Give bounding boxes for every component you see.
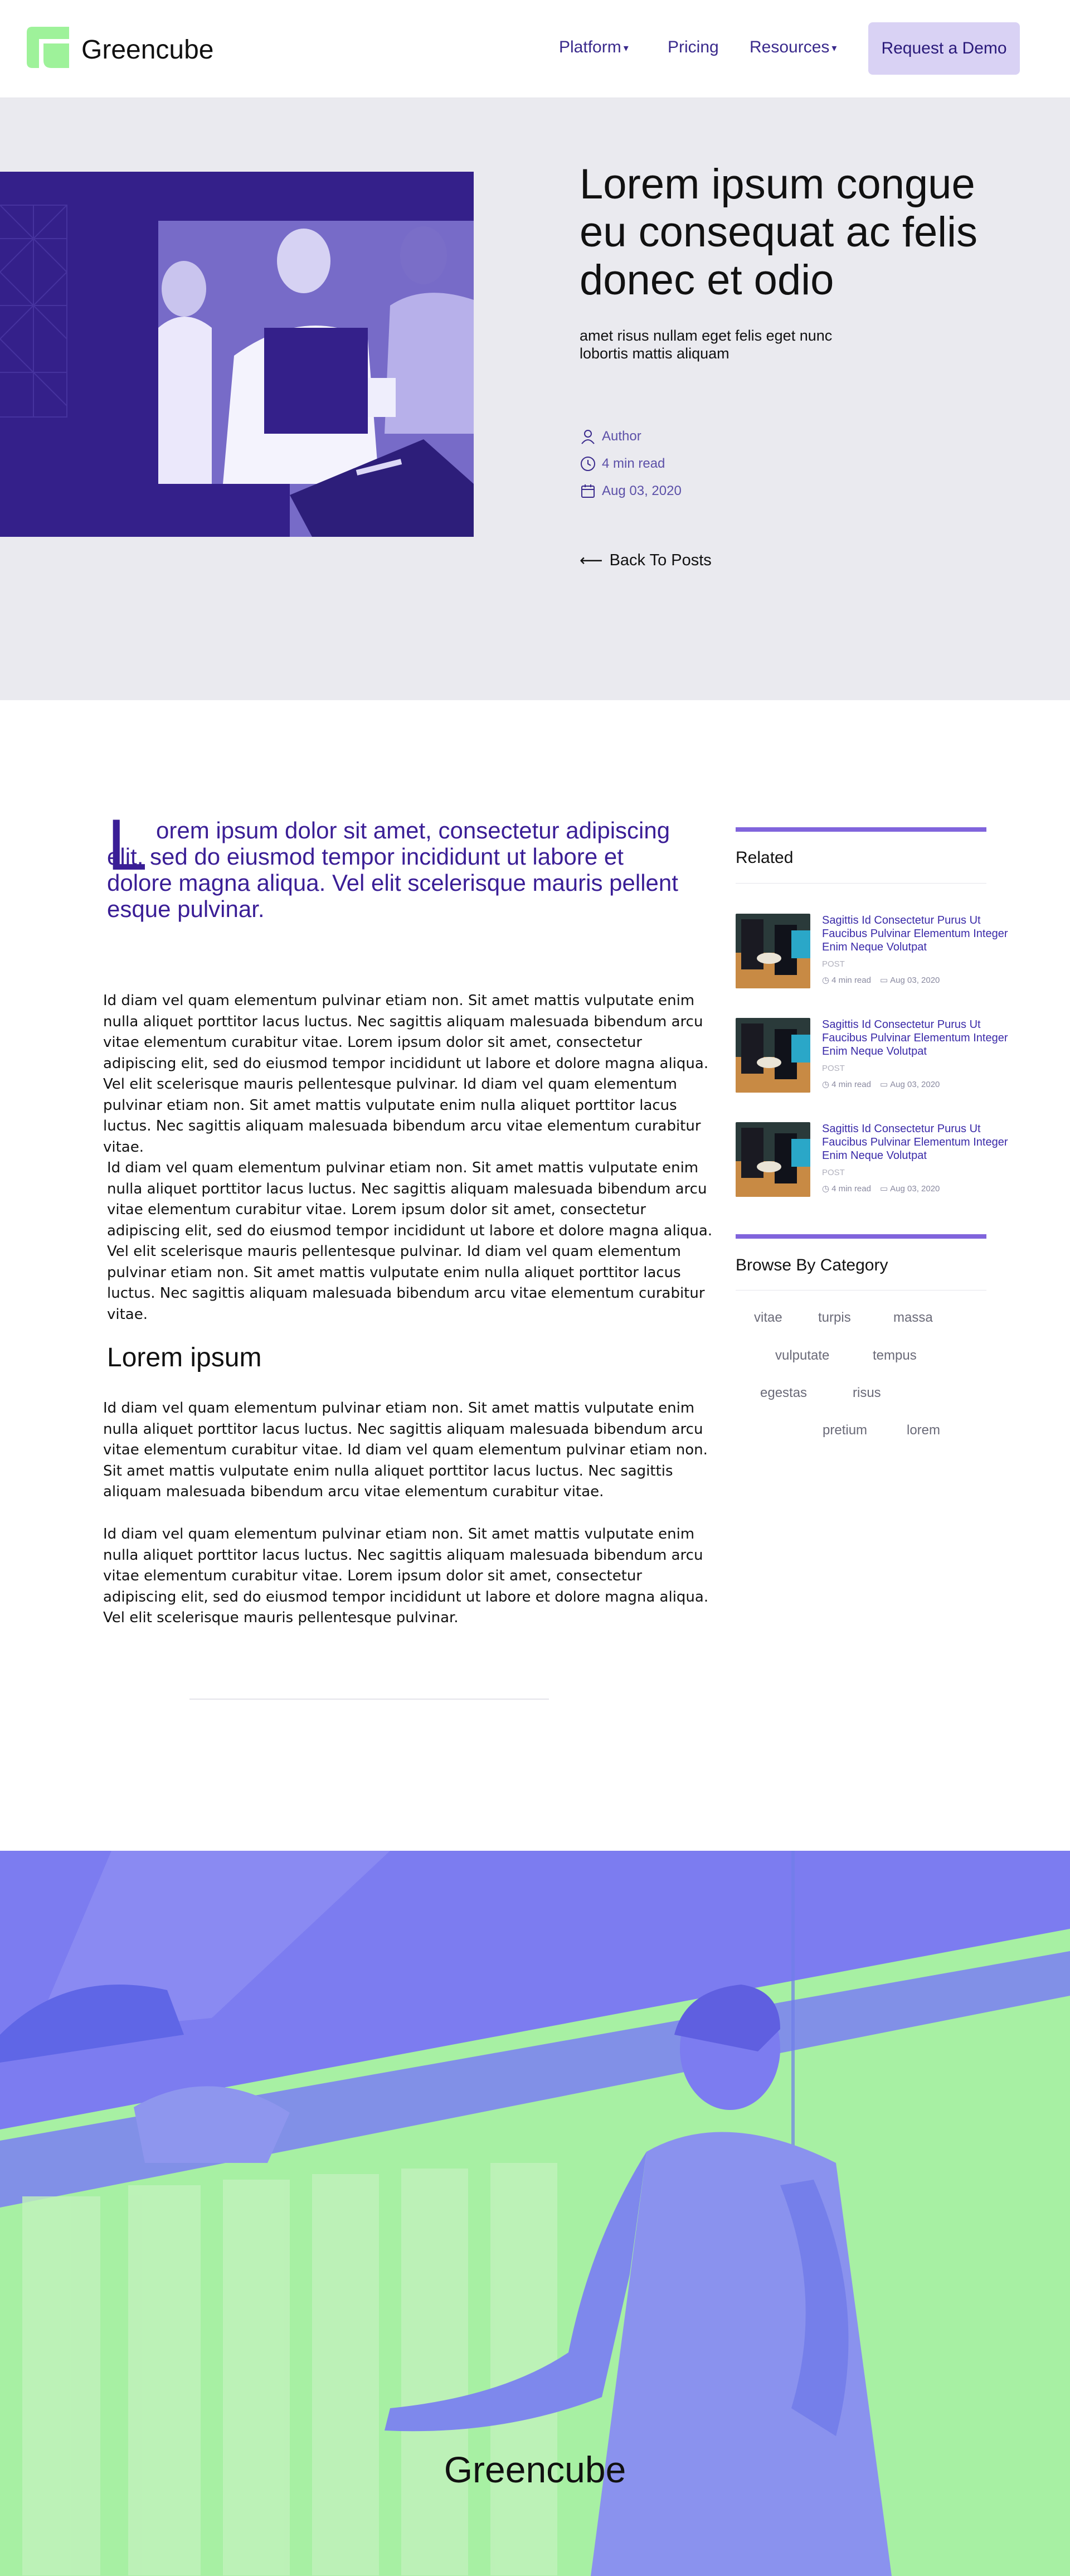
article-paragraph: Id diam vel quam elementum pulvinar etia… xyxy=(107,1160,713,1323)
category-tag[interactable]: risus xyxy=(853,1385,881,1401)
post-title: Lorem ipsum congue eu consequat ac felis… xyxy=(580,161,978,304)
nav-resources[interactable]: Resources ▾ xyxy=(750,38,836,57)
calendar-icon: ▭ xyxy=(879,976,888,985)
category-accent-bar xyxy=(736,1234,986,1239)
clock-icon xyxy=(581,457,595,471)
category-tag[interactable]: lorem xyxy=(907,1423,940,1438)
related-post-thumbnail[interactable] xyxy=(736,1122,810,1197)
clock-icon: ◷ xyxy=(822,976,830,985)
article-heading: Lorem ipsum xyxy=(107,1343,262,1372)
article-paragraph: Id diam vel quam elementum pulvinar etia… xyxy=(103,992,709,1156)
back-to-posts-link[interactable]: ⟵ Back To Posts xyxy=(580,551,712,570)
related-post-read-time: ◷ 4 min read xyxy=(822,1079,871,1090)
category-tag[interactable]: vitae xyxy=(754,1310,782,1326)
category-tag[interactable]: massa xyxy=(893,1310,933,1326)
article-paragraph: Id diam vel quam elementum pulvinar etia… xyxy=(103,1526,709,1626)
article-paragraph: Id diam vel quam elementum pulvinar etia… xyxy=(103,1400,708,1500)
request-demo-button[interactable]: Request a Demo xyxy=(868,22,1020,75)
post-author[interactable]: Author xyxy=(580,428,641,445)
related-post-date: ▭ Aug 03, 2020 xyxy=(879,1079,940,1090)
back-to-posts-label: Back To Posts xyxy=(609,551,712,569)
related-post[interactable]: Sagittis Id Consectetur Purus Ut Faucibu… xyxy=(736,1018,1025,1096)
related-read-time-label: 4 min read xyxy=(831,1079,871,1089)
category-tag[interactable]: vulputate xyxy=(775,1348,829,1364)
chevron-down-icon: ▾ xyxy=(623,42,629,54)
calendar-icon: ▭ xyxy=(879,1080,888,1089)
site-header: Greencube Platform ▾ Pricing Resources ▾ R… xyxy=(0,0,1070,98)
related-post-thumbnail[interactable] xyxy=(736,1018,810,1093)
category-rule xyxy=(736,1290,986,1291)
related-heading: Related xyxy=(736,848,794,867)
hero-section: Lorem ipsum congue eu consequat ac felis… xyxy=(0,98,1070,700)
related-post-date: ▭ Aug 03, 2020 xyxy=(880,1183,940,1194)
category-tag[interactable]: turpis xyxy=(818,1310,851,1326)
hero-team-image xyxy=(0,172,474,537)
nav-platform[interactable]: Platform ▾ xyxy=(559,38,629,57)
related-date-label: Aug 03, 2020 xyxy=(890,1079,940,1089)
related-date-label: Aug 03, 2020 xyxy=(890,975,940,985)
related-post-type: POST xyxy=(822,1168,845,1177)
post-read-time: 4 min read xyxy=(580,455,665,472)
related-post-date: ▭ Aug 03, 2020 xyxy=(879,975,940,986)
related-post-title[interactable]: Sagittis Id Consectetur Purus Ut Faucibu… xyxy=(822,1122,1023,1162)
nav-resources-label: Resources xyxy=(750,38,830,56)
date-label: Aug 03, 2020 xyxy=(602,483,682,498)
related-post-meta: ◷ 4 min read ▭ Aug 03, 2020 xyxy=(822,1183,940,1194)
arrow-left-icon: ⟵ xyxy=(580,552,603,570)
related-post[interactable]: Sagittis Id Consectetur Purus Ut Faucibu… xyxy=(736,914,1025,992)
chevron-down-icon: ▾ xyxy=(831,42,837,54)
related-post-meta: ◷ 4 min read ▭ Aug 03, 2020 xyxy=(822,1079,940,1090)
calendar-icon: ▭ xyxy=(879,1184,888,1194)
related-read-time-label: 4 min read xyxy=(831,1183,871,1194)
category-tag[interactable]: pretium xyxy=(823,1423,867,1438)
related-rule xyxy=(736,883,986,884)
article-lead: orem ipsum dolor sit amet, consectetur a… xyxy=(107,817,678,922)
clock-icon: ◷ xyxy=(822,1184,830,1194)
post-subtitle: amet risus nullam eget felis eget nunc l… xyxy=(580,327,833,362)
clock-icon: ◷ xyxy=(822,1080,830,1089)
article-divider xyxy=(189,1699,549,1700)
nav-pricing[interactable]: Pricing xyxy=(668,38,719,57)
author-name: Author xyxy=(602,429,641,444)
footer-brand-name[interactable]: Greencube xyxy=(0,2448,1070,2491)
related-post-meta: ◷ 4 min read ▭ Aug 03, 2020 xyxy=(822,975,940,986)
user-icon xyxy=(581,430,595,444)
brand-name[interactable]: Greencube xyxy=(81,35,214,65)
related-accent-bar xyxy=(736,827,986,832)
post-date: Aug 03, 2020 xyxy=(580,483,682,499)
related-post-title[interactable]: Sagittis Id Consectetur Purus Ut Faucibu… xyxy=(822,1018,1023,1058)
category-heading: Browse By Category xyxy=(736,1256,888,1274)
nav-platform-label: Platform xyxy=(559,38,621,56)
related-date-label: Aug 03, 2020 xyxy=(890,1183,940,1194)
related-post-read-time: ◷ 4 min read xyxy=(822,975,871,986)
related-post-read-time: ◷ 4 min read xyxy=(822,1183,871,1194)
related-post-type: POST xyxy=(822,959,845,969)
related-post[interactable]: Sagittis Id Consectetur Purus Ut Faucibu… xyxy=(736,1122,1025,1200)
read-time-label: 4 min read xyxy=(602,456,665,471)
site-footer: Greencube xyxy=(0,1851,1070,2576)
related-post-title[interactable]: Sagittis Id Consectetur Purus Ut Faucibu… xyxy=(822,914,1023,954)
related-read-time-label: 4 min read xyxy=(831,975,871,985)
greencube-logo-icon[interactable] xyxy=(27,27,69,68)
category-tag[interactable]: tempus xyxy=(873,1348,917,1364)
related-post-type: POST xyxy=(822,1064,845,1073)
calendar-icon xyxy=(581,484,595,498)
category-tag[interactable]: egestas xyxy=(760,1385,807,1401)
related-post-thumbnail[interactable] xyxy=(736,914,810,988)
